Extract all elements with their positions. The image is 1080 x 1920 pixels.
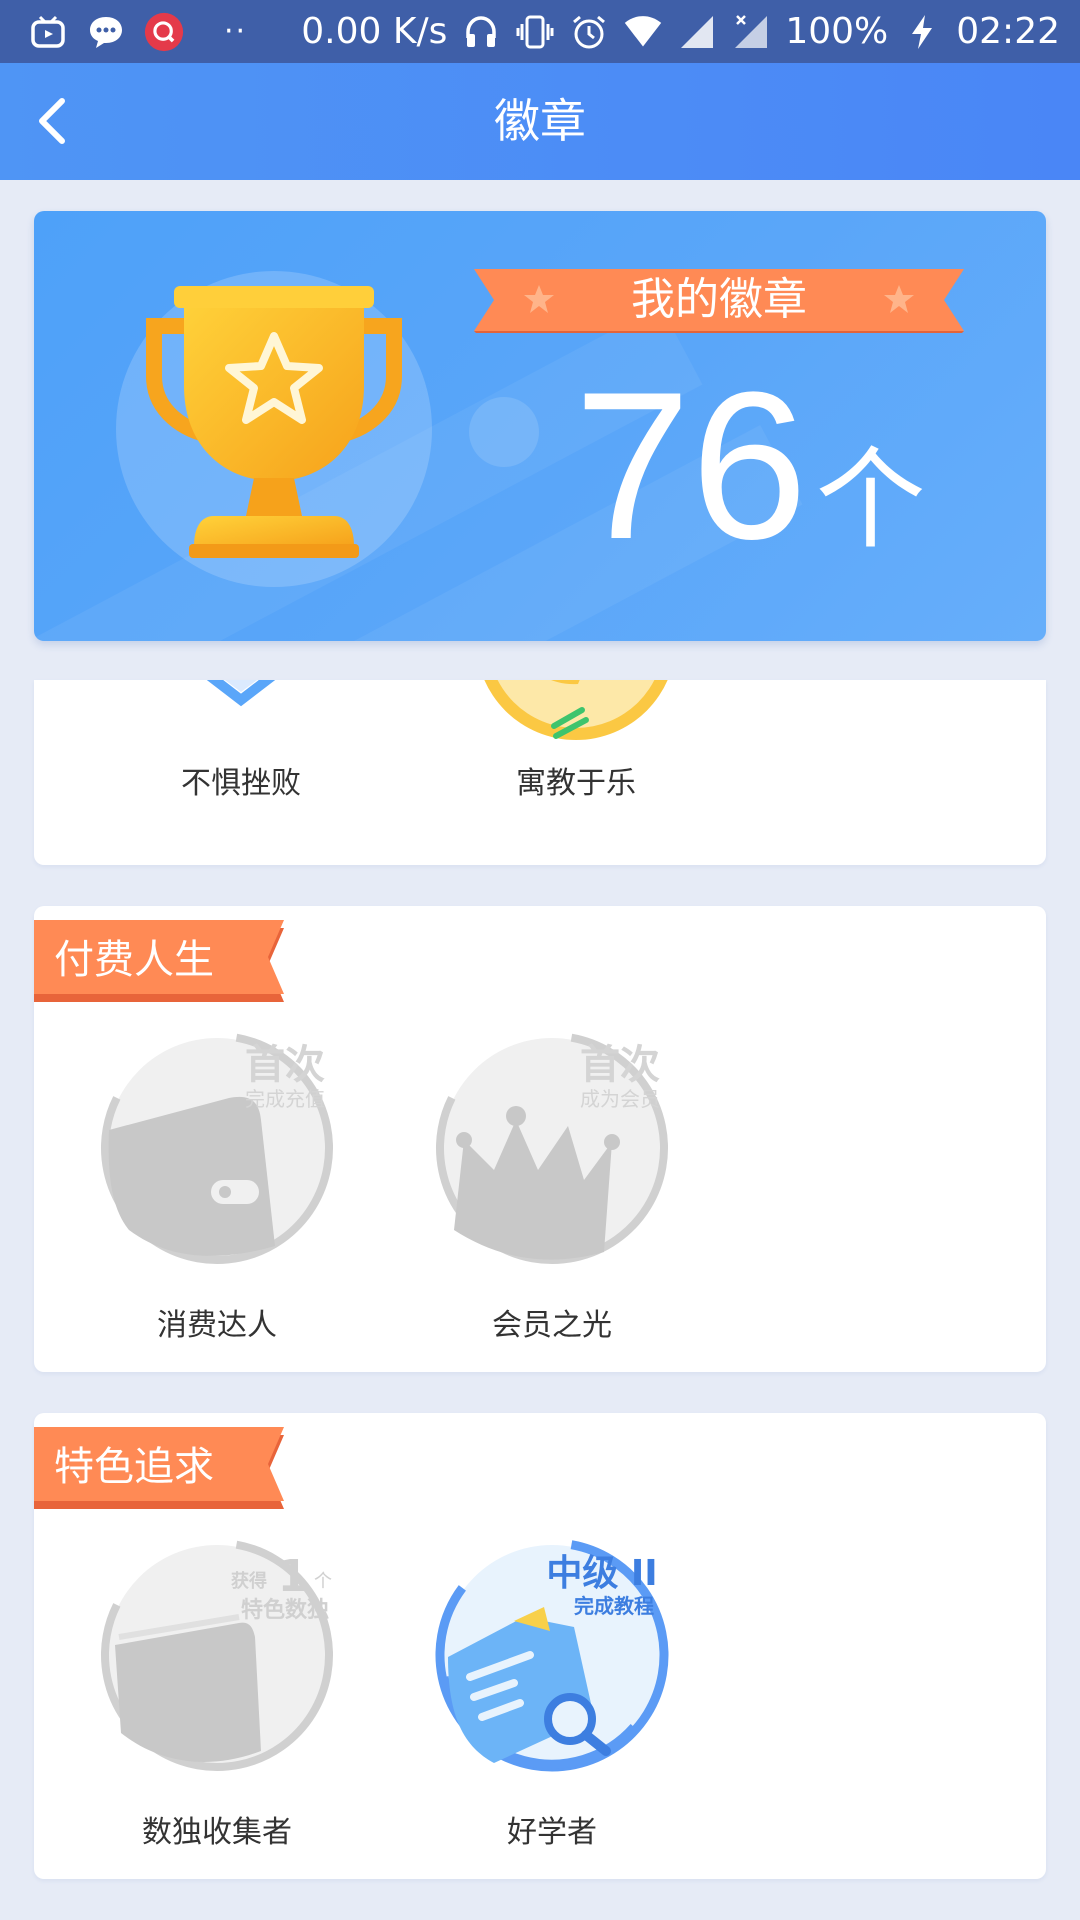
badge-item-member[interactable]: 首次 成为会员 会员之光 [432, 1030, 672, 1344]
badge-section-scrolled: 不惧挫败 寓教于乐 [34, 680, 1046, 865]
folder-badge-icon: 获得 1 个 特色数独 [101, 1539, 333, 1771]
wifi-icon [623, 12, 663, 52]
my-badges-title: 我的徽章 [631, 274, 807, 325]
section-title: 付费人生 [54, 937, 214, 983]
badge-label: 会员之光 [492, 1308, 612, 1343]
tag-small: 完成教程 [574, 1594, 654, 1618]
badge-section-feature: 特色追求 获得 1 个 特色数独 数独收集者 中级 II 完成教程 好学者 [34, 1413, 1046, 1879]
page-title: 徽章 [494, 94, 586, 148]
tag-num: 1 [278, 1551, 309, 1602]
tag-big: 首次 [580, 1042, 660, 1088]
crown-badge-icon: 首次 成为会员 [436, 1032, 668, 1264]
trophy-icon [146, 286, 402, 558]
search-app-icon [144, 12, 184, 52]
vibrate-icon [515, 12, 555, 52]
message-app-icon [86, 12, 126, 52]
tag-prefix: 获得 [231, 1570, 267, 1592]
section-title: 特色追求 [54, 1444, 214, 1490]
wallet-badge-icon: 首次 完成充值 [101, 1032, 333, 1264]
tag-small: 成为会员 [580, 1087, 660, 1111]
smile-badge-icon [484, 680, 668, 740]
badge-item-consumer[interactable]: 首次 完成充值 消费达人 [97, 1030, 337, 1344]
badge-count-number: 76 [574, 348, 808, 583]
badge-label: 寓教于乐 [516, 766, 636, 801]
tag-unit: 个 [314, 1571, 332, 1592]
tag-big: 中级 II [546, 1553, 657, 1594]
badge-count: 76 个 [574, 361, 926, 591]
headphones-icon [461, 12, 501, 52]
status-bar: ·· 0.00 K/s 100% 02:22 [0, 0, 1080, 63]
badge-label: 消费达人 [157, 1308, 277, 1343]
shield-badge-icon [206, 680, 276, 707]
badge-count-unit: 个 [815, 436, 926, 564]
no-signal-icon [731, 12, 771, 52]
badge-label: 不惧挫败 [181, 766, 301, 801]
tag-big: 首次 [245, 1042, 325, 1088]
charging-icon [902, 12, 942, 52]
clock: 02:22 [956, 11, 1060, 52]
badge-label: 好学者 [507, 1815, 597, 1850]
badge-item-learner[interactable]: 中级 II 完成教程 好学者 [432, 1537, 672, 1851]
alarm-icon [569, 12, 609, 52]
badge-item-sudoku-collector[interactable]: 获得 1 个 特色数独 数独收集者 [97, 1537, 337, 1851]
document-search-badge-icon: 中级 II 完成教程 [435, 1538, 669, 1772]
decor-dot [469, 397, 539, 467]
badge-section-paid: 付费人生 首次 完成充值 消费达人 首次 成为会员 会员之光 [34, 906, 1046, 1372]
network-speed: 0.00 K/s [301, 11, 448, 52]
signal-icon [677, 12, 717, 52]
battery-level: 100% [785, 11, 889, 52]
badge-item[interactable]: 寓教于乐 [456, 680, 696, 802]
more-notifications-icon: ·· [224, 14, 248, 49]
badge-item[interactable]: 不惧挫败 [121, 680, 361, 802]
tag-small: 特色数独 [241, 1597, 329, 1623]
badge-summary-card: 我的徽章 76 个 [34, 211, 1046, 641]
tag-small: 完成充值 [245, 1087, 325, 1111]
title-bar: 徽章 [0, 63, 1080, 180]
badge-label: 数独收集者 [142, 1815, 292, 1850]
tv-app-icon [28, 12, 68, 52]
